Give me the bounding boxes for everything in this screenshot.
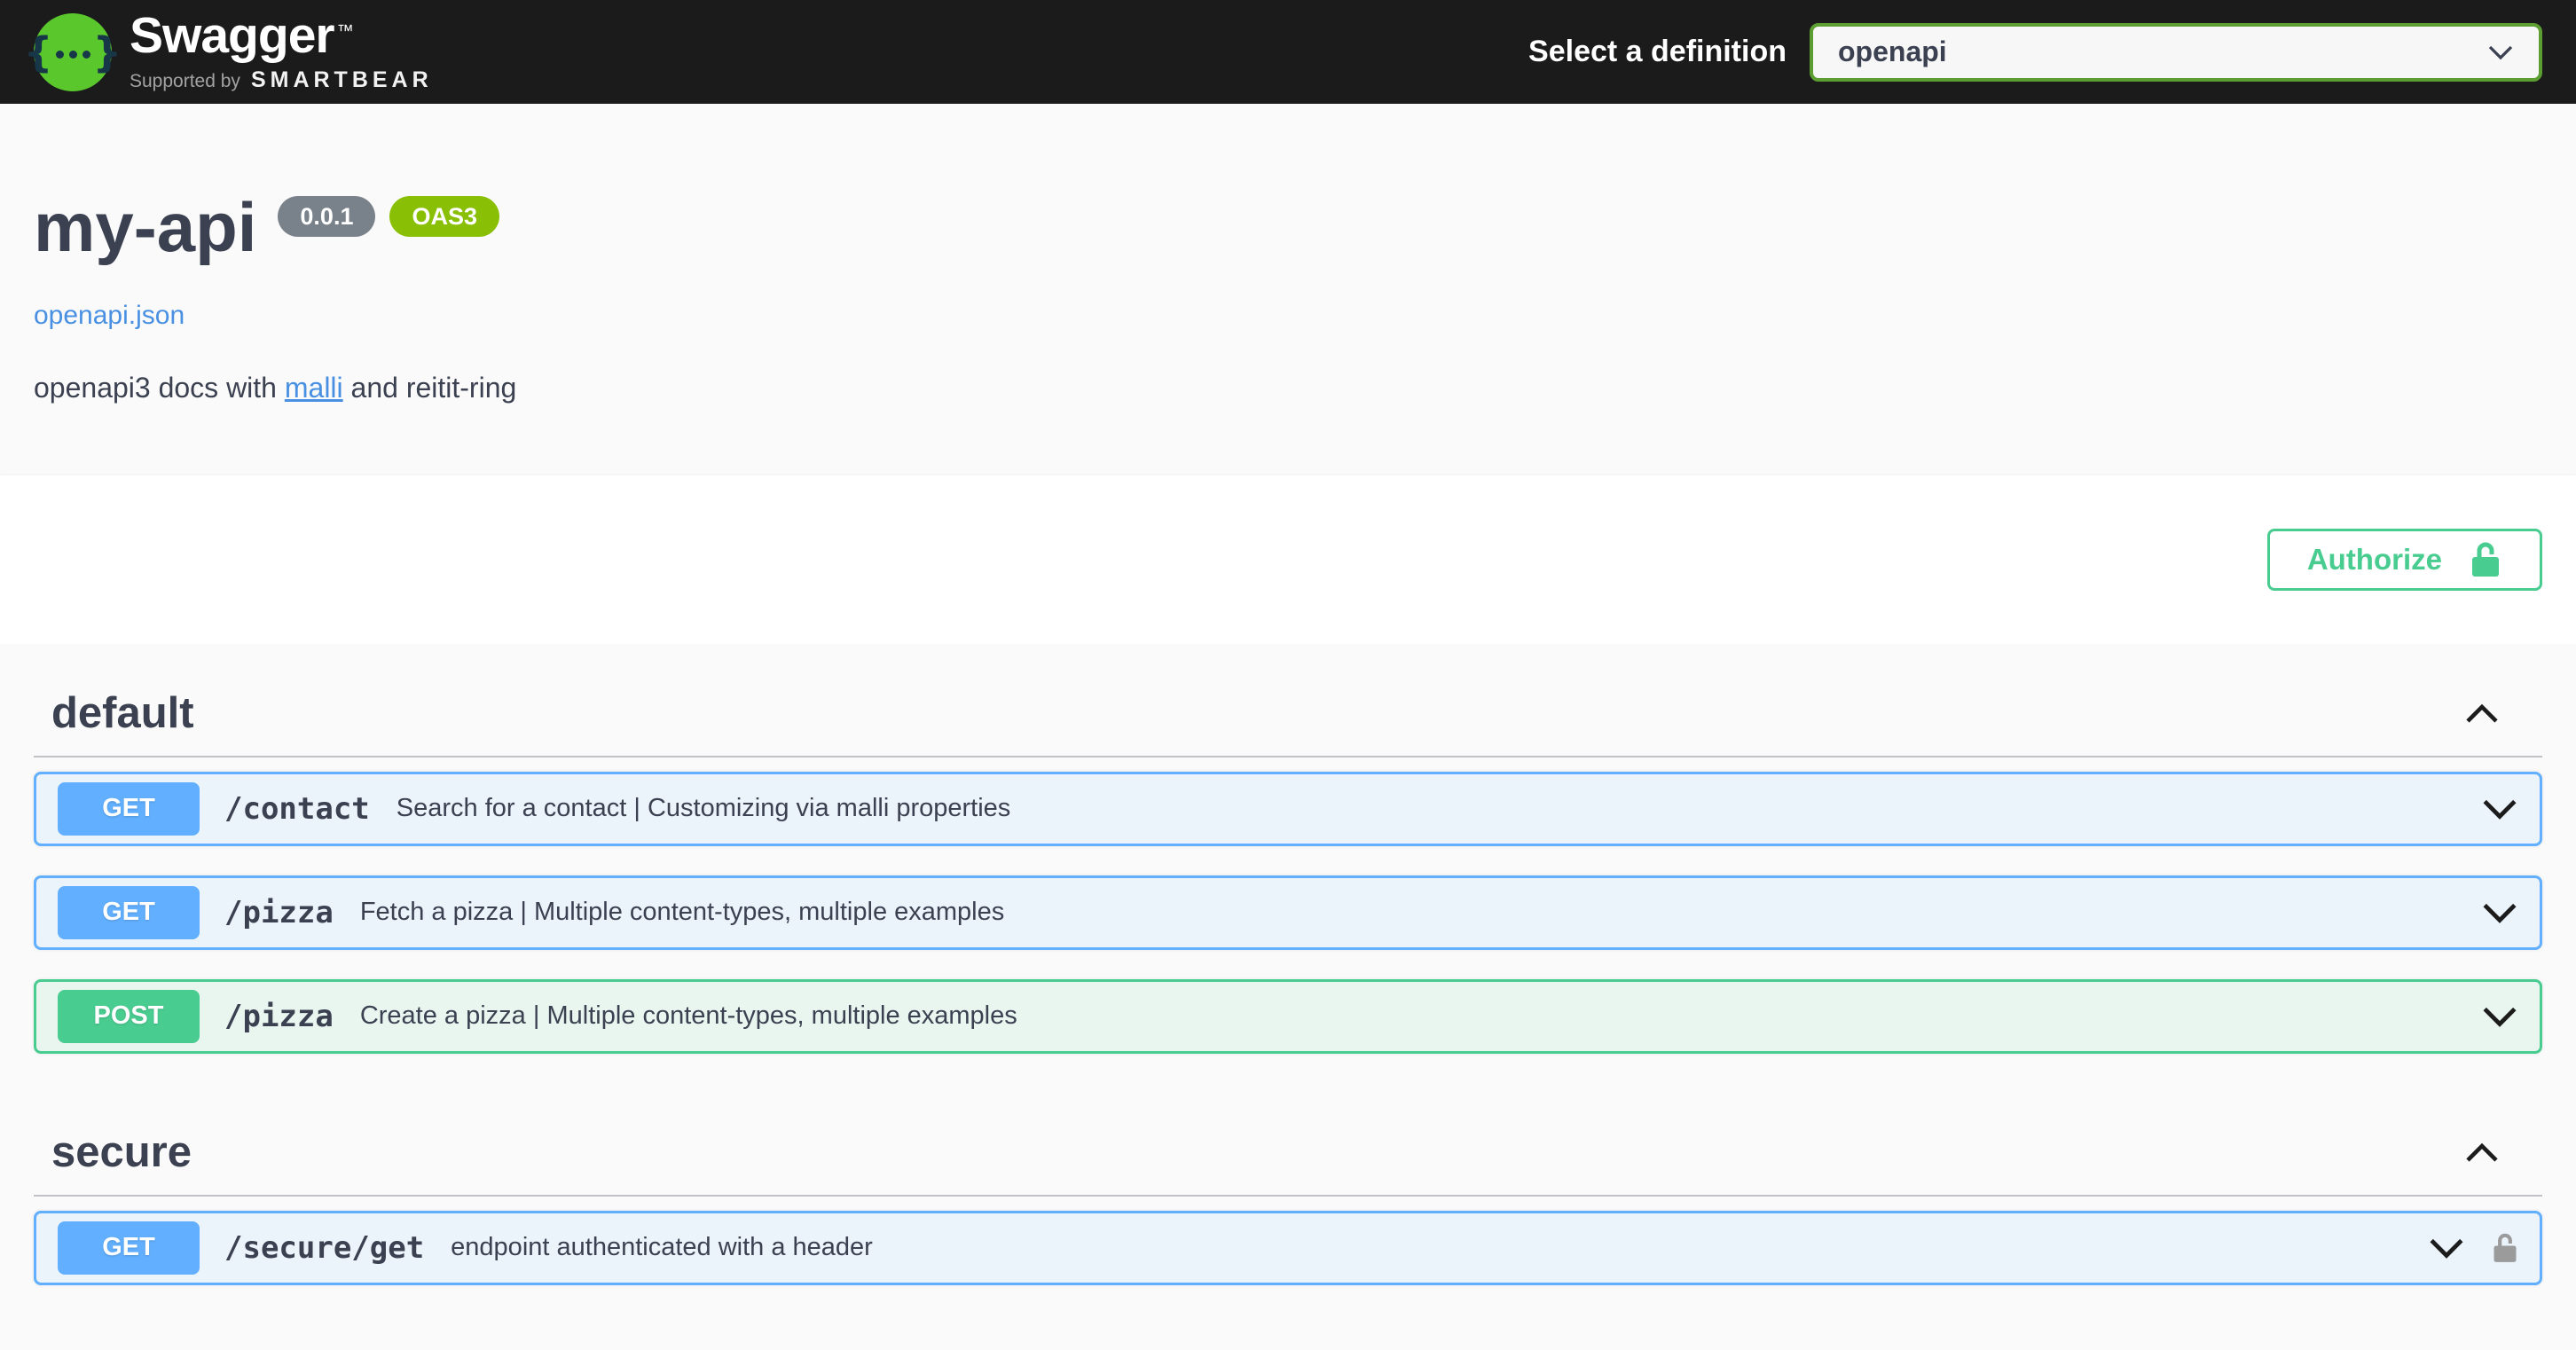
brand-text: Swagger™ Supported by SMARTBEAR	[130, 11, 433, 93]
scheme-container: Authorize	[0, 475, 2576, 644]
tag-section-header[interactable]: default	[34, 644, 2542, 757]
malli-link[interactable]: malli	[285, 372, 343, 404]
supported-by: Supported by SMARTBEAR	[130, 67, 433, 93]
tag-section-title: secure	[51, 1129, 192, 1177]
http-method-badge: GET	[58, 782, 200, 836]
tag-section: default GET /contact Search for a contac…	[34, 644, 2542, 1054]
brand-name: Swagger™	[130, 11, 433, 61]
operation-row-controls	[2481, 901, 2518, 924]
collapse-section-button[interactable]	[2464, 1142, 2500, 1164]
supported-by-prefix: Supported by	[130, 71, 240, 92]
spec-url-link[interactable]: openapi.json	[34, 301, 185, 331]
info-section: my-api 0.0.1 OAS3 openapi.json openapi3 …	[0, 104, 2576, 475]
operation-path-link[interactable]: /pizza	[224, 895, 334, 930]
chevron-down-icon[interactable]	[2481, 901, 2518, 924]
operation-row[interactable]: GET /secure/get endpoint authenticated w…	[34, 1211, 2542, 1285]
operation-path-link[interactable]: /pizza	[224, 999, 334, 1034]
tag-section-operations: GET /contact Search for a contact | Cust…	[34, 772, 2542, 1054]
operations-container: default GET /contact Search for a contac…	[0, 644, 2576, 1350]
tag-section-header[interactable]: secure	[34, 1083, 2542, 1197]
authorize-button[interactable]: Authorize	[2267, 529, 2542, 591]
http-method-badge: GET	[58, 1221, 200, 1275]
authorize-label: Authorize	[2307, 543, 2442, 577]
tag-section-operations: GET /secure/get endpoint authenticated w…	[34, 1211, 2542, 1285]
unlocked-padlock-icon	[2469, 540, 2502, 579]
chevron-up-icon	[2464, 703, 2500, 725]
http-method-badge: GET	[58, 886, 200, 939]
lock-icon[interactable]	[2492, 1231, 2518, 1265]
chevron-down-icon[interactable]	[2481, 1005, 2518, 1028]
smartbear-wordmark: SMARTBEAR	[251, 67, 433, 93]
swagger-logo-link[interactable]: { } Swagger™ Supported by SMARTBEAR	[34, 11, 433, 93]
oas3-badge: OAS3	[389, 196, 499, 237]
operation-summary: endpoint authenticated with a header	[451, 1233, 2410, 1262]
version-badge: 0.0.1	[278, 196, 375, 237]
operation-summary: Fetch a pizza | Multiple content-types, …	[360, 898, 2463, 927]
operation-row-controls	[2481, 797, 2518, 820]
tag-section: secure GET /secure/get endpoint authenti…	[34, 1083, 2542, 1285]
trademark-symbol: ™	[337, 22, 353, 41]
description-text: openapi3 docs with	[34, 372, 285, 404]
operation-row[interactable]: POST /pizza Create a pizza | Multiple co…	[34, 979, 2542, 1054]
operation-path-link[interactable]: /contact	[224, 791, 370, 827]
operation-summary: Search for a contact | Customizing via m…	[397, 794, 2463, 823]
swagger-braces-icon: { }	[34, 13, 112, 91]
definition-selected-value: openapi	[1838, 35, 1947, 68]
definition-area: Select a definition openapi	[1528, 23, 2542, 82]
chevron-up-icon	[2464, 1142, 2500, 1164]
operation-row-controls	[2428, 1231, 2518, 1265]
http-method-badge: POST	[58, 990, 200, 1043]
operation-row[interactable]: GET /contact Search for a contact | Cust…	[34, 772, 2542, 846]
page-title: my-api	[34, 192, 256, 262]
chevron-down-icon[interactable]	[2481, 797, 2518, 820]
version-badges: 0.0.1 OAS3	[278, 196, 499, 237]
chevron-down-icon	[2487, 44, 2514, 60]
logo-dots	[56, 45, 90, 59]
chevron-down-icon[interactable]	[2428, 1236, 2465, 1260]
operation-path-link[interactable]: /secure/get	[224, 1230, 424, 1266]
operation-row[interactable]: GET /pizza Fetch a pizza | Multiple cont…	[34, 875, 2542, 950]
description-text: and reitit-ring	[343, 372, 517, 404]
definition-label: Select a definition	[1528, 35, 1787, 69]
topbar: { } Swagger™ Supported by SMARTBEAR Sele…	[0, 0, 2576, 104]
api-description: openapi3 docs with malli and reitit-ring	[34, 372, 2542, 404]
definition-select[interactable]: openapi	[1810, 23, 2542, 82]
brace-open-glyph: {	[24, 32, 53, 73]
brace-close-glyph: }	[93, 32, 122, 73]
collapse-section-button[interactable]	[2464, 703, 2500, 725]
tag-section-title: default	[51, 690, 194, 738]
operation-row-controls	[2481, 1005, 2518, 1028]
operation-summary: Create a pizza | Multiple content-types,…	[360, 1001, 2463, 1031]
